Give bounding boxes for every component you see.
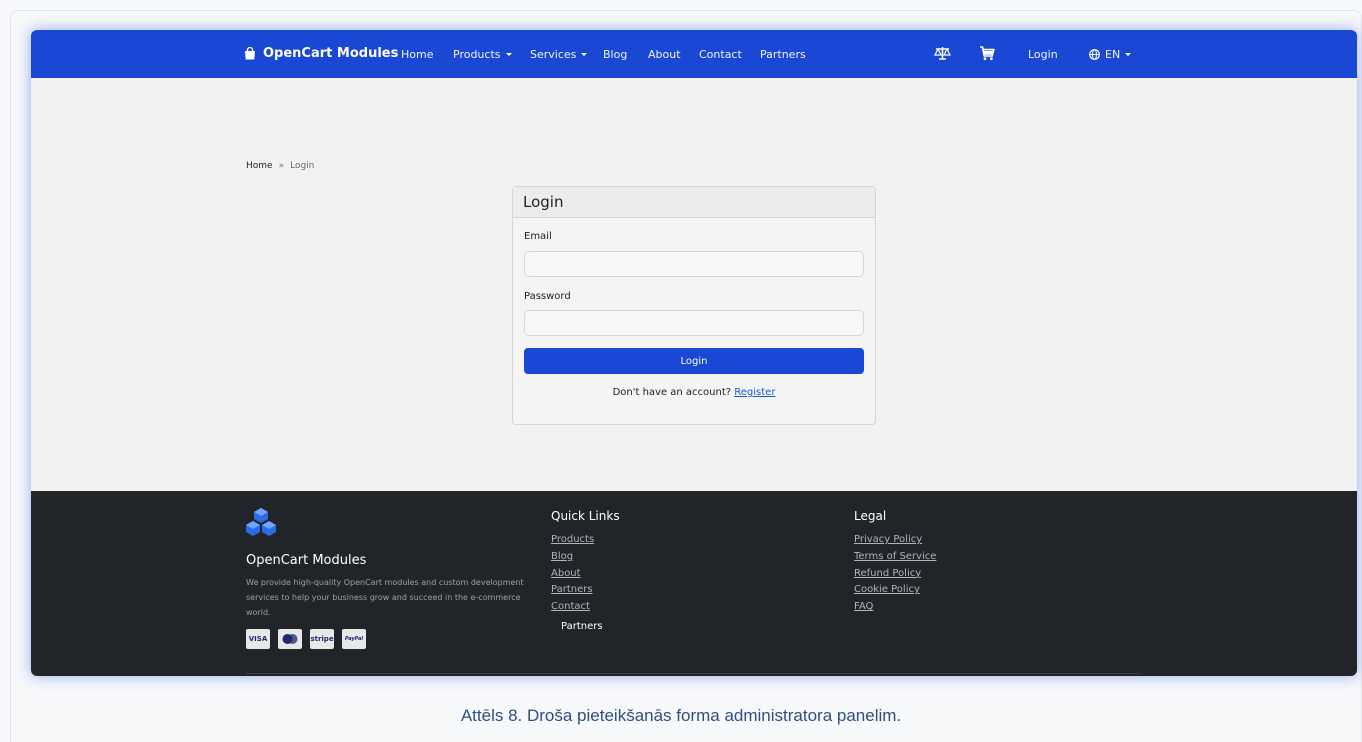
footer-link-terms-of-service[interactable]: Terms of Service — [854, 549, 936, 566]
breadcrumb-current: Login — [290, 161, 315, 171]
paypal-icon: PayPal — [342, 629, 366, 649]
quick-links-list: Products Blog About Partners Contact — [551, 532, 594, 616]
nav-about-label: About — [648, 48, 681, 61]
nav-login-label: Login — [1028, 48, 1058, 61]
password-label: Password — [524, 291, 571, 302]
footer-link-about[interactable]: About — [551, 566, 594, 583]
login-submit-button[interactable]: Login — [524, 348, 864, 374]
footer-link-blog[interactable]: Blog — [551, 549, 594, 566]
top-navbar: OpenCart Modules Home Products Services … — [31, 30, 1357, 78]
stripe-icon: stripe — [310, 629, 334, 649]
footer-link-cookie-policy[interactable]: Cookie Policy — [854, 582, 936, 599]
compare-icon[interactable] — [934, 45, 951, 64]
legal-links-list: Privacy Policy Terms of Service Refund P… — [854, 532, 936, 616]
cubes-logo-icon — [246, 507, 276, 541]
footer-link-products[interactable]: Products — [551, 532, 594, 549]
caret-down-icon — [581, 53, 588, 56]
password-field[interactable] — [524, 310, 864, 336]
nav-login[interactable]: Login — [1028, 48, 1058, 61]
register-link[interactable]: Register — [734, 387, 775, 398]
nav-contact[interactable]: Contact — [699, 48, 742, 61]
paypal-label: PayPal — [344, 636, 364, 642]
breadcrumb-separator: » — [278, 161, 285, 171]
footer-link-faq[interactable]: FAQ — [854, 599, 936, 616]
payment-methods: VISA stripe PayPal — [246, 629, 366, 649]
nav-partners[interactable]: Partners — [760, 48, 806, 61]
footer-description: We provide high-quality OpenCart modules… — [246, 578, 524, 617]
nav-home[interactable]: Home — [401, 48, 433, 61]
nav-about[interactable]: About — [648, 48, 681, 61]
breadcrumb-home[interactable]: Home — [246, 161, 273, 171]
globe-icon — [1089, 49, 1100, 60]
nav-contact-label: Contact — [699, 48, 742, 61]
caret-down-icon — [505, 53, 512, 56]
nav-services-dropdown[interactable]: Services — [530, 48, 588, 61]
footer-link-privacy-policy[interactable]: Privacy Policy — [854, 532, 936, 549]
footer-link-partners[interactable]: Partners — [551, 582, 594, 599]
register-prompt: Don't have an account? Register — [513, 387, 875, 398]
breadcrumb: Home » Login — [246, 161, 314, 171]
footer-divider — [246, 673, 1141, 674]
footer-partners-label[interactable]: Partners — [561, 621, 603, 632]
visa-icon: VISA — [246, 629, 270, 649]
figure-caption: Attēls 8. Droša pieteikšanās forma admin… — [460, 706, 902, 725]
cart-icon[interactable] — [979, 45, 995, 64]
nav-blog[interactable]: Blog — [603, 48, 627, 61]
brand-name: OpenCart Modules — [263, 46, 399, 61]
email-field[interactable] — [524, 251, 864, 277]
quick-links-title: Quick Links — [551, 509, 620, 523]
nav-partners-label: Partners — [760, 48, 806, 61]
login-card: Login Email Password Login Don't have an… — [512, 186, 876, 425]
caret-down-icon — [1125, 53, 1132, 56]
footer-link-contact[interactable]: Contact — [551, 599, 594, 616]
visa-label: VISA — [248, 635, 268, 643]
no-account-text: Don't have an account? — [612, 387, 732, 398]
stripe-label: stripe — [310, 635, 334, 643]
email-label: Email — [524, 231, 552, 242]
legal-title: Legal — [854, 509, 887, 523]
footer-brand: OpenCart Modules — [246, 553, 367, 568]
nav-blog-label: Blog — [603, 48, 628, 61]
nav-home-label: Home — [401, 48, 434, 61]
nav-services-label: Services — [530, 48, 577, 61]
footer-link-refund-policy[interactable]: Refund Policy — [854, 566, 936, 583]
app-screenshot: OpenCart Modules Home Products Services … — [31, 30, 1357, 676]
nav-products-label: Products — [453, 48, 501, 61]
language-dropdown[interactable]: EN — [1089, 48, 1132, 61]
mastercard-icon — [278, 629, 302, 649]
site-footer: OpenCart Modules We provide high-quality… — [31, 491, 1357, 676]
shopping-bag-icon — [245, 47, 255, 60]
nav-products-dropdown[interactable]: Products — [453, 48, 512, 61]
language-label: EN — [1105, 48, 1121, 61]
brand-link[interactable]: OpenCart Modules — [244, 46, 398, 61]
login-card-title: Login — [513, 187, 875, 218]
